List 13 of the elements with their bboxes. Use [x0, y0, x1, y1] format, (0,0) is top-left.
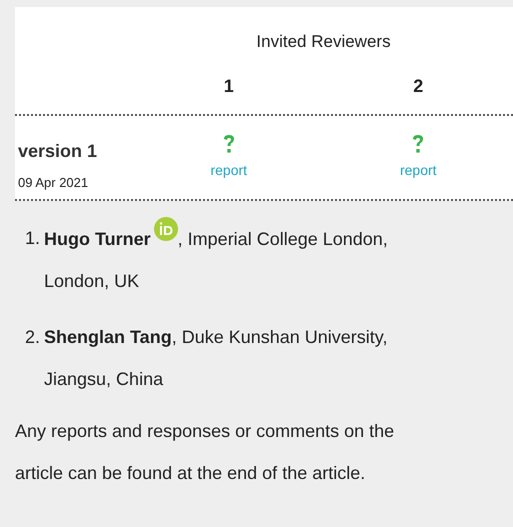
- version-label: version 1: [18, 140, 98, 164]
- reviewer-text: Shenglan Tang, Duke Kunshan University, Jiangsu, China: [44, 326, 388, 392]
- report-link[interactable]: report: [400, 160, 437, 182]
- column-group-heading: Invited Reviewers: [255, 31, 392, 53]
- column-heading: 2: [412, 75, 424, 98]
- orcid-icon[interactable]: [154, 217, 178, 242]
- list-number: 2.: [25, 326, 40, 350]
- reviewer-text: Hugo Turner , Imperial College London, London, UK: [44, 217, 424, 302]
- footnote-text: Any reports and responses or comments on the article can be found at the end of the article.: [15, 420, 396, 486]
- report-link[interactable]: report: [210, 160, 248, 182]
- column-heading: 1: [222, 75, 235, 98]
- list-number: 1.: [25, 227, 40, 250]
- version-date: 09 Apr 2021: [18, 174, 90, 192]
